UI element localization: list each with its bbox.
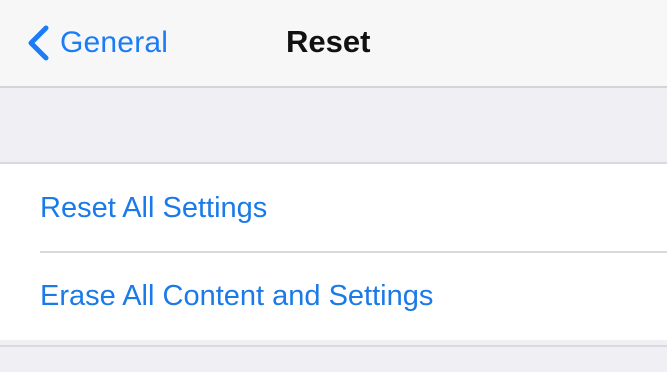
navigation-bar: General Reset	[0, 0, 667, 88]
back-button[interactable]: General	[26, 18, 168, 68]
page-title: Reset	[286, 24, 371, 59]
reset-options-list: Reset All Settings Erase All Content and…	[0, 164, 667, 340]
erase-all-content-button[interactable]: Erase All Content and Settings	[0, 252, 667, 340]
list-item-label: Reset All Settings	[40, 191, 268, 224]
section-spacer-bottom	[0, 345, 667, 372]
section-spacer	[0, 88, 667, 164]
list-item-label: Erase All Content and Settings	[40, 279, 434, 312]
chevron-left-icon	[26, 25, 52, 61]
reset-all-settings-button[interactable]: Reset All Settings	[0, 164, 667, 253]
settings-screen: General Reset Reset All Settings Erase A…	[0, 0, 667, 372]
back-button-label: General	[60, 26, 169, 59]
